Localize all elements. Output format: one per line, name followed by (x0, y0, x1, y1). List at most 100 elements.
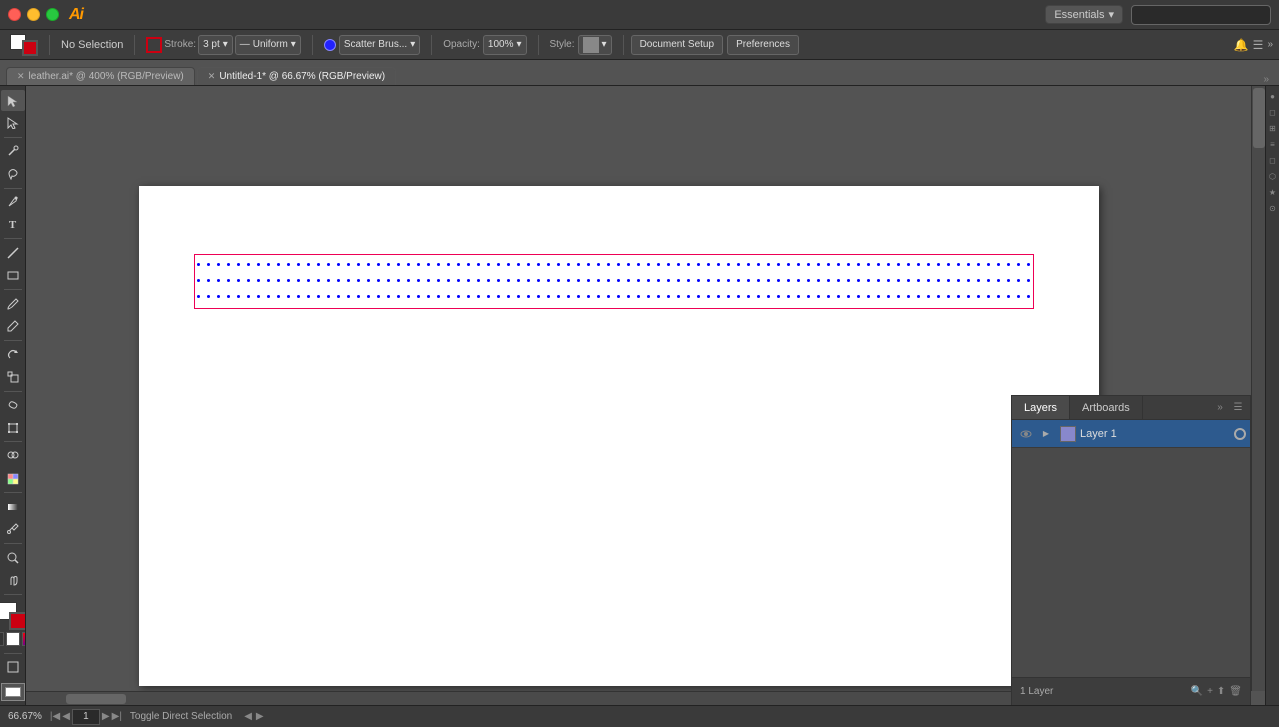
stroke-box[interactable] (9, 612, 27, 630)
layers-tabs-bar: Layers Artboards » ☰ (1012, 396, 1250, 420)
magic-wand-tool[interactable] (1, 141, 25, 162)
hand-tool[interactable] (1, 569, 25, 590)
scatter-dot (837, 295, 840, 298)
toggle-next-btn[interactable]: ▶ (256, 711, 264, 722)
prev-page-btn[interactable]: ◀ (62, 711, 70, 722)
layers-delete-icon[interactable]: 🗑 (1229, 686, 1242, 697)
type-tool[interactable]: T (1, 214, 25, 235)
pen-tool[interactable] (1, 192, 25, 213)
right-panel-fx-icon[interactable]: ★ (1267, 186, 1279, 198)
layer-row-1[interactable]: ▶ Layer 1 (1012, 420, 1250, 448)
layers-footer-icons: 🔍 + ⬆ 🗑 (1191, 686, 1242, 697)
last-page-btn[interactable]: ▶| (112, 711, 122, 722)
right-panel-transform-icon[interactable]: ◻ (1267, 154, 1279, 166)
maximize-button[interactable] (46, 8, 59, 21)
opacity-dropdown[interactable]: 100% ▾ (483, 35, 527, 55)
next-page-btn[interactable]: ▶ (102, 711, 110, 722)
document-setup-button[interactable]: Document Setup (631, 35, 724, 55)
tab-untitled[interactable]: ✕ Untitled-1* @ 66.67% (RGB/Preview) (197, 67, 396, 85)
search-input[interactable] (1131, 5, 1271, 25)
artboards-tab[interactable]: Artboards (1070, 396, 1143, 419)
paintbrush-tool[interactable] (1, 293, 25, 314)
scatter-dot (657, 295, 660, 298)
toolbar-menu-icon[interactable]: ☰ (1253, 38, 1264, 52)
stroke-type-dropdown[interactable]: — Uniform ▾ (235, 35, 301, 55)
close-button[interactable] (8, 8, 21, 21)
scatter-dot (587, 295, 590, 298)
warp-tool[interactable] (1, 395, 25, 416)
lasso-tool[interactable] (1, 163, 25, 184)
scatter-dot (937, 295, 940, 298)
small-swatch-white[interactable] (6, 632, 20, 646)
scrollbar-thumb-vertical[interactable] (1253, 88, 1265, 148)
layers-tab[interactable]: Layers (1012, 396, 1070, 419)
drawing-mode-icon[interactable] (1, 657, 25, 678)
small-swatch-black[interactable] (0, 632, 4, 646)
layers-move-icon[interactable]: ⬆ (1217, 686, 1225, 697)
scatter-dot (747, 295, 750, 298)
main-layout: T (0, 86, 1279, 705)
fill-stroke-selector[interactable] (0, 602, 26, 630)
vertical-scrollbar[interactable] (1251, 86, 1265, 691)
right-panel-pp-icon[interactable]: ⊙ (1267, 202, 1279, 214)
rectangle-tool[interactable] (1, 265, 25, 286)
right-panel-grid-icon[interactable]: ⊞ (1267, 122, 1279, 134)
zoom-tool[interactable] (1, 547, 25, 568)
layers-menu-icon[interactable]: ☰ (1230, 400, 1246, 416)
selected-object[interactable] (194, 254, 1034, 309)
scatter-dot (277, 279, 280, 282)
toolbar-extras-icon[interactable]: 🔔 (1234, 38, 1249, 52)
selection-tool[interactable] (1, 90, 25, 111)
gradient-tool[interactable] (1, 496, 25, 517)
tabs-right-arrow[interactable]: » (1263, 74, 1269, 85)
line-tool[interactable] (1, 242, 25, 263)
artboard-tool-icon[interactable] (1, 683, 25, 701)
canvas-area[interactable]: Layers Artboards » ☰ ▶ Layer 1 (26, 86, 1265, 705)
shape-builder-tool[interactable] (1, 445, 25, 466)
scatter-dot (797, 295, 800, 298)
scatter-dot (1027, 295, 1030, 298)
live-paint-tool[interactable] (1, 468, 25, 489)
tab-close-leather[interactable]: ✕ (17, 71, 25, 82)
scatter-dot (457, 279, 460, 282)
eyedropper-tool[interactable] (1, 519, 25, 540)
scatter-dot (997, 295, 1000, 298)
layers-search-icon[interactable]: 🔍 (1191, 686, 1203, 697)
page-input[interactable] (72, 709, 100, 725)
stroke-value-dropdown[interactable]: 3 pt ▾ (198, 35, 233, 55)
opacity-section: Opacity: 100% ▾ (439, 35, 530, 55)
right-panel-color-icon[interactable]: ● (1267, 90, 1279, 102)
scatter-dot (817, 279, 820, 282)
essentials-button[interactable]: Essentials ▾ (1045, 5, 1123, 24)
scatter-dot (957, 295, 960, 298)
first-page-btn[interactable]: |◀ (50, 711, 60, 722)
scrollbar-thumb-horizontal[interactable] (66, 694, 126, 704)
brush-dropdown[interactable]: Scatter Brus... ▾ (339, 35, 420, 55)
layer-target-circle[interactable] (1234, 428, 1246, 440)
toolbar-right-arrow-icon[interactable]: » (1267, 39, 1273, 50)
layers-add-icon[interactable]: + (1207, 686, 1213, 697)
style-dropdown[interactable]: ▾ (578, 35, 612, 55)
layer-visibility-icon[interactable] (1016, 424, 1036, 444)
tab-close-untitled[interactable]: ✕ (208, 71, 216, 82)
stroke-color-swatch[interactable] (146, 37, 162, 53)
layer-expand-icon[interactable]: ▶ (1036, 424, 1056, 444)
right-panel-links-icon[interactable]: ⬡ (1267, 170, 1279, 182)
right-panel-align-icon[interactable]: ≡ (1267, 138, 1279, 150)
preferences-button[interactable]: Preferences (727, 35, 799, 55)
direct-selection-tool[interactable] (1, 112, 25, 133)
scale-tool[interactable] (1, 366, 25, 387)
toggle-prev-btn[interactable]: ◀ (244, 711, 252, 722)
stroke-value-text: 3 pt (203, 39, 220, 50)
tab-leather[interactable]: ✕ leather.ai* @ 400% (RGB/Preview) (6, 67, 195, 85)
scatter-dot (467, 279, 470, 282)
rotate-tool[interactable] (1, 344, 25, 365)
scatter-dot (1017, 263, 1020, 266)
right-panel-doc-icon[interactable]: ◻ (1267, 106, 1279, 118)
pencil-tool[interactable] (1, 316, 25, 337)
minimize-button[interactable] (27, 8, 40, 21)
free-transform-tool[interactable] (1, 417, 25, 438)
stroke-indicator[interactable] (22, 40, 38, 56)
scatter-dot (797, 263, 800, 266)
layers-expand-icon[interactable]: » (1212, 400, 1228, 416)
